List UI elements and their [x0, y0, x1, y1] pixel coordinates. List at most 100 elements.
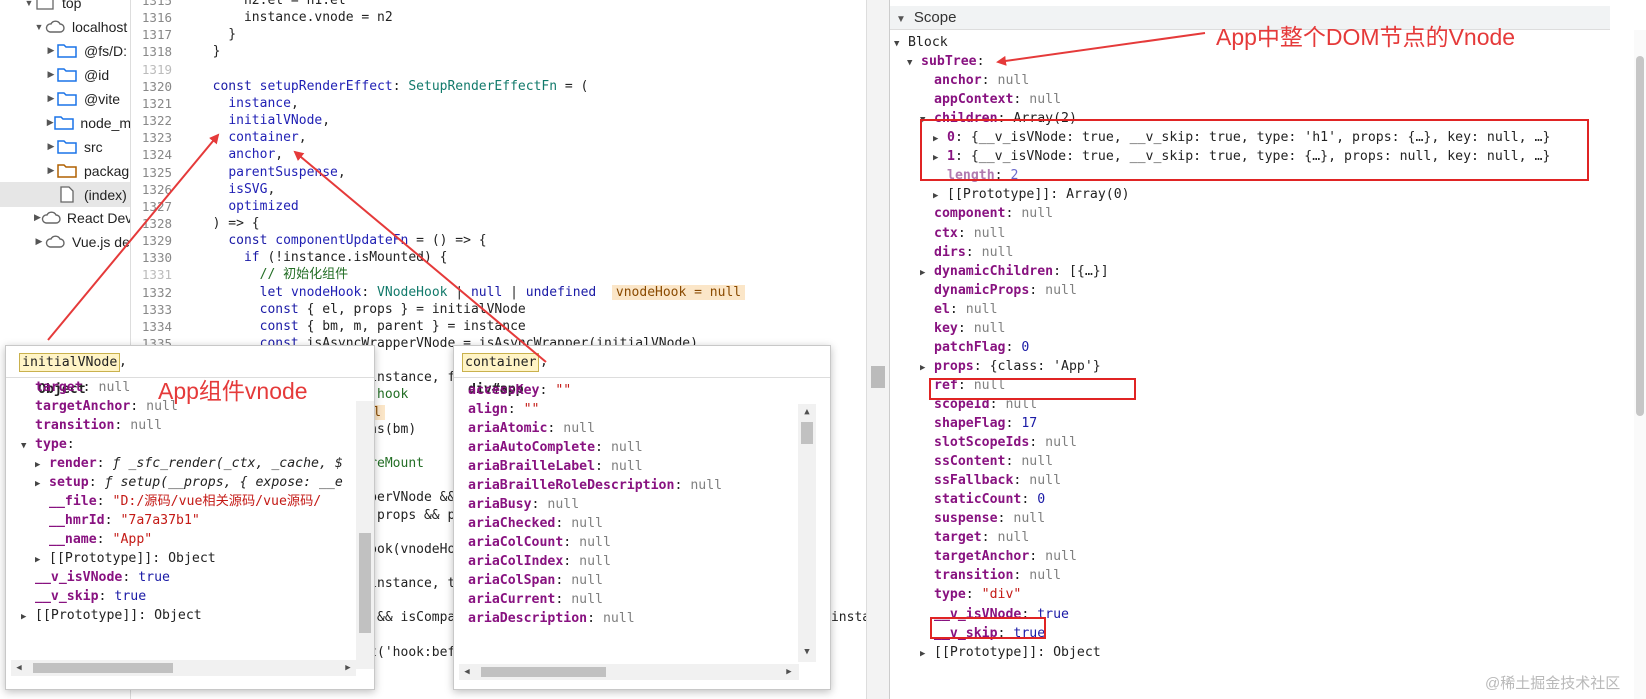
popup-hscroll-thumb[interactable] — [481, 667, 606, 677]
scroll-left-icon[interactable]: ◀ — [11, 660, 27, 676]
expand-down-icon[interactable]: ▼ — [21, 436, 35, 456]
expand-right-icon[interactable]: ▶ — [920, 644, 934, 664]
tree-item-node-m[interactable]: ▶ node_m — [0, 110, 130, 135]
scroll-up-icon[interactable]: ▲ — [799, 404, 815, 420]
tree-item-localhost[interactable]: ▼ localhost — [0, 14, 130, 39]
chevron-right-icon[interactable]: ▶ — [34, 212, 41, 223]
code-line[interactable]: 1318 } — [131, 43, 866, 61]
tree-item-packag[interactable]: ▶ packag — [0, 158, 130, 183]
line-number[interactable]: 1321 — [131, 95, 172, 113]
line-number[interactable]: 1324 — [131, 146, 172, 164]
scroll-left-icon[interactable]: ◀ — [459, 664, 475, 680]
code-line[interactable]: 1323 container, — [131, 129, 866, 147]
code-line[interactable]: 1317 } — [131, 26, 866, 44]
code-line[interactable]: 1324 anchor, — [131, 146, 866, 164]
chevron-right-icon[interactable]: ▶ — [46, 93, 56, 104]
code-line[interactable]: 1319 — [131, 61, 866, 79]
property-row-dynamicchildren[interactable]: ▶ dynamicChildren: [{…}] — [920, 262, 1109, 282]
code-line[interactable]: 1332 let vnodeHook: VNodeHook | null | u… — [131, 284, 866, 302]
scroll-right-icon[interactable]: ▶ — [340, 660, 356, 676]
tree-item-id[interactable]: ▶ @id — [0, 62, 130, 87]
property-row-render[interactable]: ▶ render: ƒ _sfc_render(_ctx, _cache, $ — [35, 454, 343, 474]
property-row-block[interactable]: ▼ Block — [894, 33, 948, 53]
code-line[interactable]: 1321 instance, — [131, 95, 866, 113]
scope-scrollbar-thumb[interactable] — [1636, 56, 1644, 416]
popup-horizontal-scrollbar[interactable]: ◀ ▶ — [11, 660, 356, 676]
chevron-down-icon[interactable]: ▼ — [24, 0, 34, 8]
scroll-right-icon[interactable]: ▶ — [781, 664, 797, 680]
expand-right-icon[interactable]: ▶ — [35, 550, 49, 570]
chevron-down-icon[interactable]: ▼ — [34, 22, 44, 32]
line-number[interactable]: 1332 — [131, 284, 172, 302]
editor-scrollbar[interactable] — [866, 0, 890, 699]
line-number[interactable]: 1329 — [131, 232, 172, 250]
popup-horizontal-scrollbar[interactable]: ◀ ▶ — [459, 664, 799, 680]
line-number[interactable]: 1325 — [131, 164, 172, 182]
popup-scroll-thumb[interactable] — [801, 422, 813, 444]
code-line[interactable]: 1334 const { bm, m, parent } = instance — [131, 318, 866, 336]
expand-down-icon[interactable]: ▼ — [894, 34, 908, 54]
property-value: "" — [523, 402, 540, 417]
line-number[interactable]: 1327 — [131, 198, 172, 216]
tree-item-fs-d[interactable]: ▶ @fs/D: — [0, 38, 130, 63]
expand-right-icon[interactable]: ▶ — [920, 263, 934, 283]
expand-right-icon[interactable]: ▶ — [35, 474, 49, 494]
line-number[interactable]: 1330 — [131, 249, 172, 267]
code-line[interactable]: 1326 isSVG, — [131, 181, 866, 199]
code-line[interactable]: 1320 const setupRenderEffect: SetupRende… — [131, 78, 866, 96]
property-row-prototype[interactable]: ▶ [[Prototype]]: Array(0) — [933, 185, 1130, 205]
line-number[interactable]: 1326 — [131, 181, 172, 199]
property-row-prototype[interactable]: ▶ [[Prototype]]: Object — [920, 643, 1101, 663]
tree-item-src[interactable]: ▶ src — [0, 134, 130, 159]
popup-vertical-scrollbar[interactable]: ▲ ▼ — [798, 404, 816, 662]
line-number[interactable]: 1331 — [131, 266, 172, 284]
property-row-setup[interactable]: ▶ setup: ƒ setup(__props, { expose: __e — [35, 473, 343, 493]
expand-right-icon[interactable]: ▶ — [35, 455, 49, 475]
property-row-type[interactable]: ▼ type: — [21, 435, 75, 455]
line-number[interactable]: 1323 — [131, 129, 172, 147]
chevron-right-icon[interactable]: ▶ — [46, 165, 56, 176]
tree-item-vite[interactable]: ▶ @vite — [0, 86, 130, 111]
chevron-right-icon[interactable]: ▶ — [46, 69, 56, 80]
chevron-right-icon[interactable]: ▶ — [46, 117, 54, 128]
code-line[interactable]: 1329 const componentUpdateFn = () => { — [131, 232, 866, 250]
property-row-props[interactable]: ▶ props: {class: 'App'} — [920, 357, 1101, 377]
code-line[interactable]: 1327 optimized — [131, 198, 866, 216]
code-line[interactable]: 1333 const { el, props } = initialVNode — [131, 301, 866, 319]
tree-item-react-dev[interactable]: ▶ React Dev — [0, 205, 130, 230]
code-line[interactable]: 1316 instance.vnode = n2 — [131, 9, 866, 27]
line-number[interactable]: 1333 — [131, 301, 172, 319]
line-number[interactable]: 1319 — [131, 61, 172, 79]
expand-right-icon[interactable]: ▶ — [21, 607, 35, 627]
editor-scrollbar-thumb[interactable] — [871, 366, 885, 388]
line-number[interactable]: 1334 — [131, 318, 172, 336]
line-number[interactable]: 1320 — [131, 78, 172, 96]
tree-item-index[interactable]: (index) — [0, 182, 130, 207]
line-number[interactable]: 1317 — [131, 26, 172, 44]
code-line[interactable]: 1322 initialVNode, — [131, 112, 866, 130]
property-row-subtree[interactable]: ▼ subTree: — [907, 52, 985, 72]
popup-vertical-scrollbar[interactable] — [356, 401, 374, 669]
chevron-right-icon[interactable]: ▶ — [46, 141, 56, 152]
line-number[interactable]: 1318 — [131, 43, 172, 61]
code-line[interactable]: 1325 parentSuspense, — [131, 164, 866, 182]
line-number[interactable]: 1316 — [131, 9, 172, 27]
scroll-down-icon[interactable]: ▼ — [799, 644, 815, 660]
code-line[interactable]: 1328 ) => { — [131, 215, 866, 233]
chevron-right-icon[interactable]: ▶ — [46, 45, 56, 56]
tree-item-top[interactable]: ▼ top — [0, 0, 130, 15]
code-line[interactable]: 1330 if (!instance.isMounted) { — [131, 249, 866, 267]
tree-item-vue-js-de[interactable]: ▶ Vue.js de — [0, 229, 130, 254]
container-hover-popup[interactable]: container, div#app accessKey: "" align: "… — [453, 345, 831, 690]
expand-right-icon[interactable]: ▶ — [920, 358, 934, 378]
popup-scroll-thumb[interactable] — [359, 533, 371, 633]
popup-hscroll-thumb[interactable] — [33, 663, 173, 673]
line-number[interactable]: 1328 — [131, 215, 172, 233]
line-number[interactable]: 1322 — [131, 112, 172, 130]
property-row-prototype[interactable]: ▶ [[Prototype]]: Object — [35, 549, 216, 569]
expand-down-icon[interactable]: ▼ — [907, 53, 921, 73]
code-line[interactable]: 1331 // 初始化组件 — [131, 266, 866, 284]
chevron-right-icon[interactable]: ▶ — [34, 236, 44, 247]
property-row-prototype[interactable]: ▶ [[Prototype]]: Object — [21, 606, 202, 626]
expand-right-icon[interactable]: ▶ — [933, 186, 947, 206]
